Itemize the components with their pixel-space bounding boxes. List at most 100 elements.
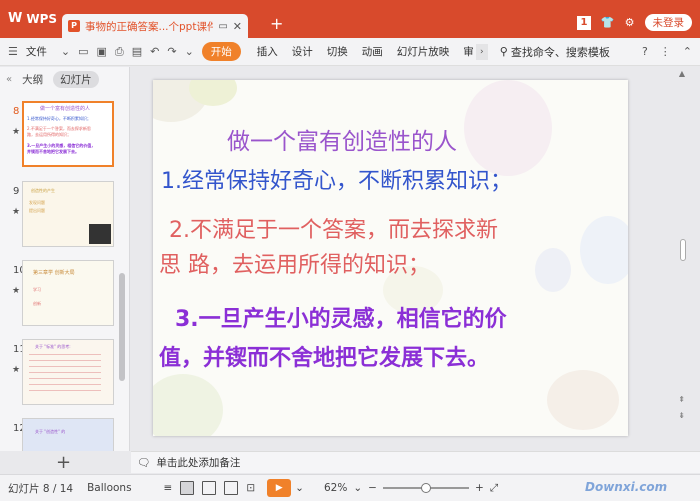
canvas-scrollbar[interactable] [680,239,686,261]
fit-window-icon[interactable]: ⤢ [490,482,498,495]
window-count-badge[interactable]: 1 [576,15,591,30]
thumbnail-line: 路，去运用所得的知识； [27,132,71,137]
current-slide[interactable]: 做一个富有创造性的人 1.经常保持好奇心，不断积累知识； 2.不满足于一个答案，… [153,80,628,436]
title-bar: W WPS P 事物的正确答案...个ppt课件1 ▭ ✕ + 1 👕 ⚙ 未登… [0,0,700,38]
wps-logo-icon: W [8,11,23,26]
ribbon: ☰ 文件 ⌄ ▭ ▣ ⎙ ▤ ↶ ↷ ⌄ 开始 插入 设计 切换 动画 幻灯片放… [0,38,700,66]
slide-thumbnail-12[interactable]: 关于 "创造性" 的 [22,418,114,451]
slide-title: 做一个富有创造性的人 [227,129,457,155]
notes-icon: 🗨 [137,457,151,469]
help-icon[interactable]: ? [642,45,648,58]
document-tab[interactable]: P 事物的正确答案...个ppt课件1 ▭ ✕ [62,14,248,38]
watermark: Downxi.com [585,480,668,494]
collapse-ribbon-icon[interactable]: ⌃ [683,45,692,58]
tab-home[interactable]: 开始 [201,42,241,61]
tab-outline[interactable]: 大纲 [22,72,43,87]
tab-slides[interactable]: 幻灯片 [53,70,99,88]
normal-view-icon[interactable] [180,481,195,495]
close-tab-icon[interactable]: ✕ [233,20,242,33]
print-preview-icon[interactable]: ▤ [132,45,142,58]
thumbnail-line: 第三章学 创新大局 [33,270,75,276]
add-slide-button[interactable]: + [56,452,71,473]
notes-toggle-icon[interactable]: ≡ [164,482,173,494]
animation-star-icon: ★ [12,127,21,137]
thumbnail-line: 做一个富有创造性的人 [40,106,91,112]
slide-sorter-view-icon[interactable] [202,481,217,495]
screen-icon[interactable]: ▭ [218,21,227,32]
thumbnail-number: 9 [13,186,20,197]
presentation-file-icon: P [68,20,80,32]
zoom-out-icon[interactable]: − [368,482,377,494]
open-folder-icon[interactable]: ▭ [78,45,88,58]
slide-thumbnail-8[interactable]: 做一个富有创造性的人 1.经常保持好奇心，不断积累知识； 2.不满足于一个答案，… [22,101,114,167]
new-tab-button[interactable]: + [270,14,283,33]
chevron-down-icon[interactable]: ⌄ [185,45,194,58]
wps-logo[interactable]: W WPS [8,11,57,26]
tab-animation[interactable]: 动画 [362,44,383,59]
thumbnail-line: 提出问题 [29,208,45,213]
tab-insert[interactable]: 插入 [257,44,278,59]
ribbon-right-icons: ? ⋮ ⌃ [642,45,692,58]
tab-review[interactable]: 审 [463,44,474,59]
collapse-panel-icon[interactable]: « [6,74,12,85]
thumbnail-text-block [29,354,101,394]
tab-slideshow[interactable]: 幻灯片放映 [397,44,450,59]
command-search[interactable]: ⚲ 查找命令、搜索模板 [500,44,610,60]
thumbnail-line: 学习 [33,287,41,292]
titlebar-right: 1 👕 ⚙ 未登录 [576,14,692,31]
undo-icon[interactable]: ↶ [150,45,159,58]
zoom-in-icon[interactable]: + [475,482,484,494]
theme-name: Balloons [87,482,132,494]
skin-icon[interactable]: 👕 [601,16,615,29]
settings-icon[interactable]: ⚙ [625,16,635,29]
more-options-icon[interactable]: ⋮ [660,45,671,58]
thumbnail-line: 并锲而不舍地把它发展下去。 [27,149,79,154]
thumbnail-line: 3.一旦产生小的灵感，相信它的价值， [27,143,96,148]
thumbnail-line: 发现问题 [29,200,45,205]
next-slide-icon[interactable]: ⇟ [678,411,685,420]
thumbnail-line: 1.经常保持好奇心，不断积累知识； [27,116,91,121]
thumbnail-line: 创造性的产生 [31,188,55,193]
slide-counter: 幻灯片 8 / 14 [8,482,74,495]
chevron-down-icon[interactable]: ⌄ [61,45,70,58]
slide-point-2: 2.不满足于一个答案，而去探求新 [169,218,498,243]
slide-thumbnail-11[interactable]: 关于 "标准" 的思考: [22,339,114,405]
save-icon[interactable]: ▣ [97,45,107,58]
login-button[interactable]: 未登录 [644,14,692,31]
more-tabs-icon[interactable]: › [475,43,488,60]
thumbnail-line: 2.不满足于一个答案，而去探求新思 [27,126,91,131]
slide-thumbnail-9[interactable]: 创造性的产生 发现问题 提出问题 [22,181,114,247]
slide-point-3-cont: 值，并锲而不舍地把它发展下去。 [159,346,490,371]
file-menu[interactable]: 文件 [26,44,47,59]
panel-tabs: « 大纲 幻灯片 [0,67,129,91]
thumbnail-line: 关于 "标准" 的思考: [35,344,71,349]
redo-icon[interactable]: ↷ [167,45,176,58]
zoom-control: 62% ⌄ − + ⤢ [324,482,498,495]
slide-point-2-cont: 思 路，去运用所得的知识； [159,253,430,278]
chevron-down-icon[interactable]: ⌄ [295,482,304,494]
print-icon[interactable]: ⎙ [115,45,124,59]
play-slideshow-button[interactable]: ▶ [267,479,292,497]
chevron-down-icon[interactable]: ⌄ [353,482,362,494]
scroll-up-icon[interactable]: ▲ [679,69,685,78]
tab-transition[interactable]: 切换 [327,44,348,59]
tab-design[interactable]: 设计 [292,44,313,59]
view-switcher: ≡ ⊡ [164,481,255,495]
thumbnail-number: 8 [13,106,20,117]
notes-placeholder: 单击此处添加备注 [156,457,241,469]
thumbnail-line: 关于 "创造性" 的 [35,429,66,434]
protect-view-icon[interactable]: ⊡ [246,482,255,494]
animation-star-icon: ★ [12,207,21,217]
thumbnail-line: 创新 [33,301,41,306]
notes-bar[interactable]: 🗨 单击此处添加备注 [131,451,700,473]
menu-icon[interactable]: ☰ [8,45,18,58]
zoom-slider-knob[interactable] [420,483,431,493]
zoom-level[interactable]: 62% [324,482,347,494]
slide-thumbnail-10[interactable]: 第三章学 创新大局 学习 创新 [22,260,114,326]
slide-panel: « 大纲 幻灯片 8 ★ 做一个富有创造性的人 1.经常保持好奇心，不断积累知识… [0,67,130,451]
zoom-slider[interactable] [382,483,469,493]
previous-slide-icon[interactable]: ⇞ [678,395,685,404]
thumbnail-scrollbar[interactable] [119,273,125,381]
document-tab-title: 事物的正确答案...个ppt课件1 [85,20,214,33]
reading-view-icon[interactable] [224,481,239,495]
